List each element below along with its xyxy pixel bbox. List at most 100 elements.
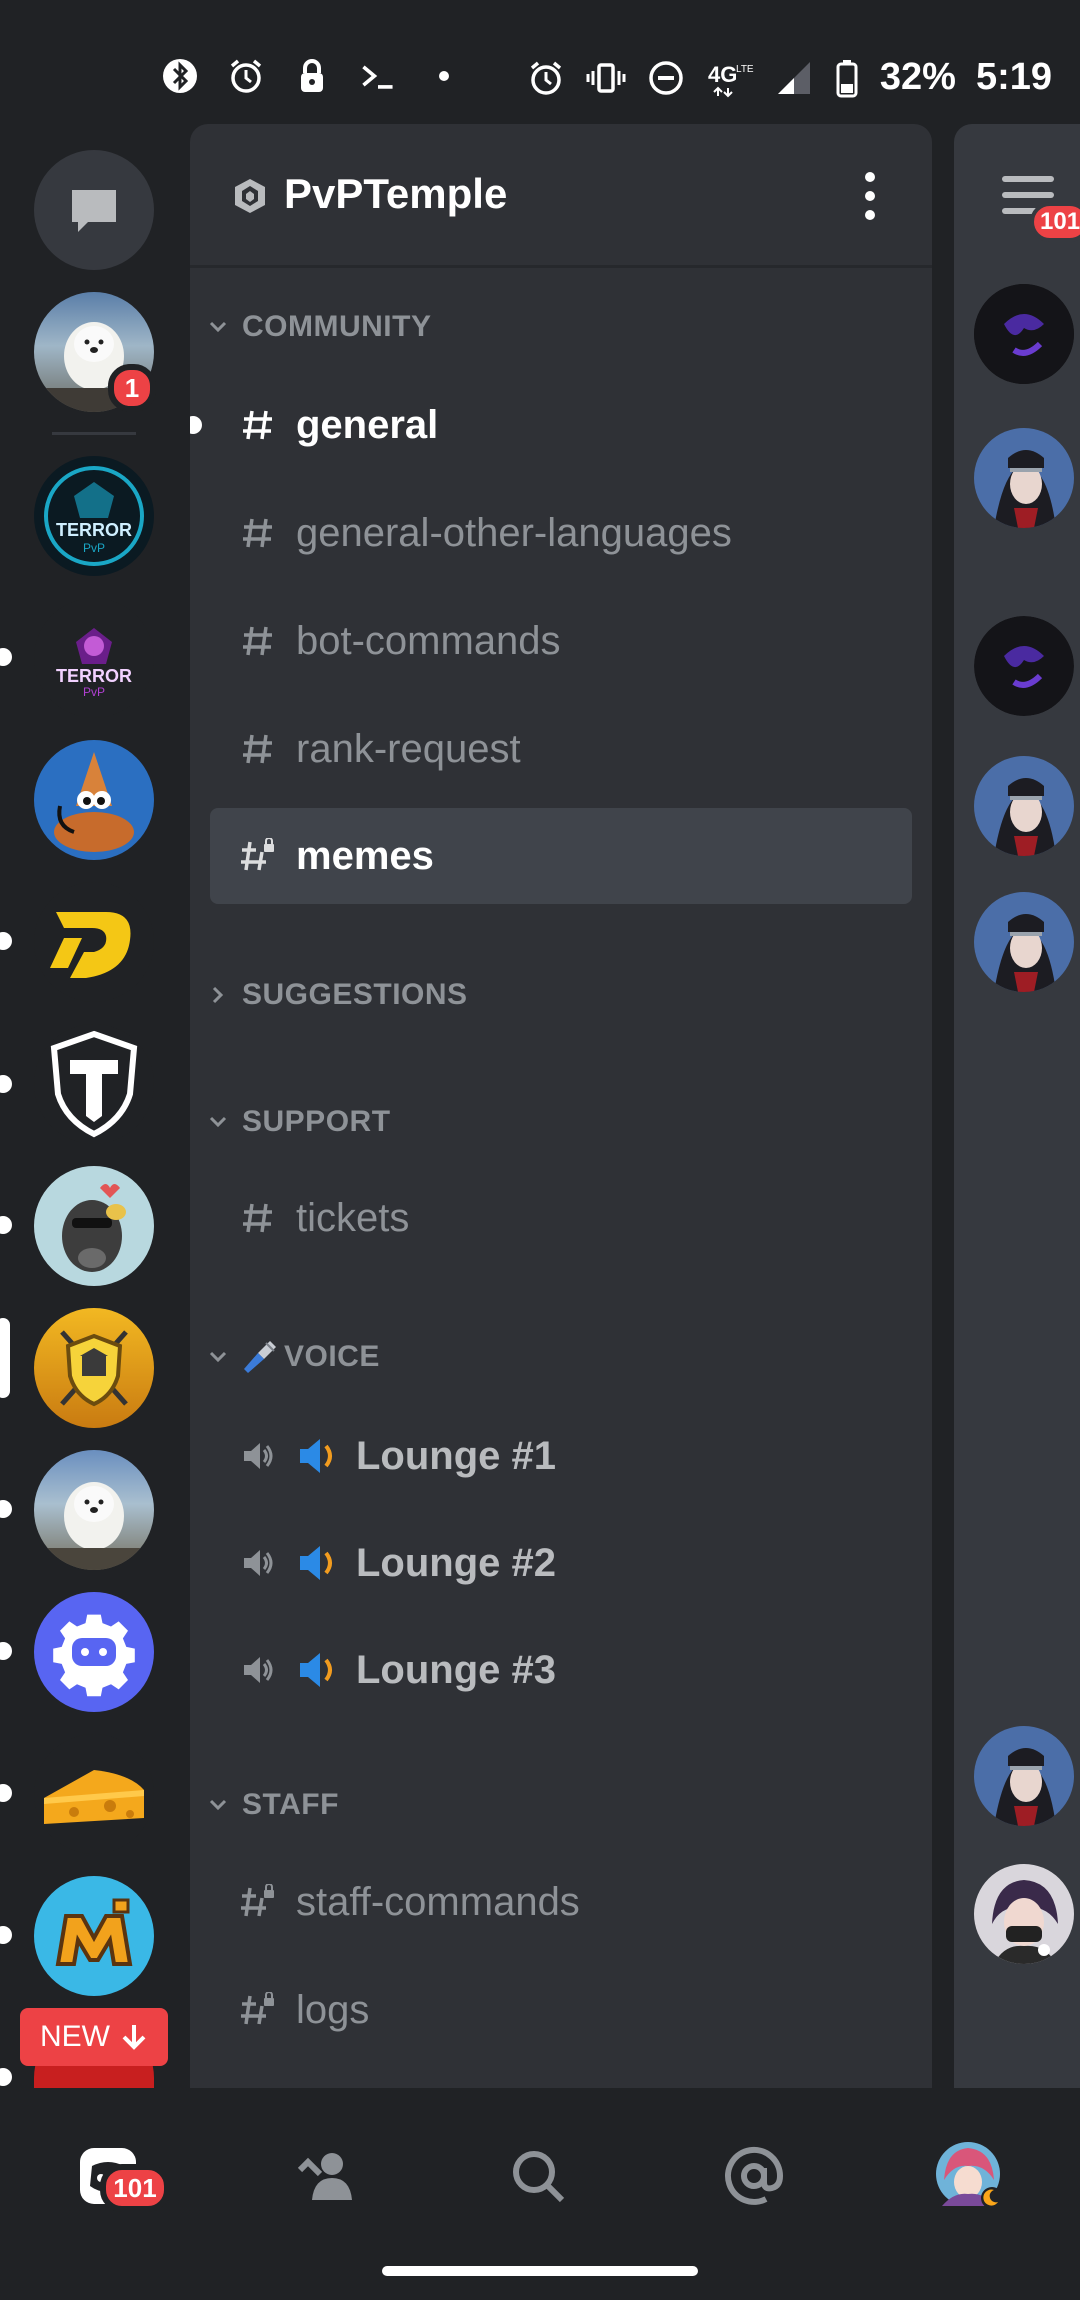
- channel-label: logs: [296, 1987, 370, 2032]
- server-samoyed-2[interactable]: [34, 1450, 154, 1570]
- server-discord-gear[interactable]: [34, 1592, 154, 1712]
- category-label: STAFF: [242, 1788, 339, 1821]
- channel-label: Lounge #1: [356, 1433, 557, 1478]
- voice-channel-lounge-2[interactable]: Lounge #2: [210, 1515, 912, 1611]
- server-terror-pvp-blue[interactable]: TERROR PvP: [34, 456, 154, 576]
- terminal-icon: [358, 56, 398, 96]
- gesture-home-indicator[interactable]: [382, 2266, 698, 2276]
- category-suggestions[interactable]: SUGGESTIONS: [204, 970, 468, 1020]
- hash-icon: [232, 623, 284, 659]
- svg-text:LTE: LTE: [736, 64, 754, 75]
- battery-percent: 32%: [879, 56, 956, 98]
- category-support[interactable]: SUPPORT: [204, 1097, 391, 1147]
- chevron-down-icon: [204, 1116, 232, 1128]
- user-avatar[interactable]: [974, 1726, 1074, 1826]
- server-cheese[interactable]: [34, 1734, 154, 1854]
- category-label: SUPPORT: [242, 1105, 391, 1138]
- server-d-logo[interactable]: [34, 882, 154, 1002]
- unread-indicator: [0, 1784, 12, 1802]
- channel-staff-commands[interactable]: staff-commands: [210, 1854, 912, 1950]
- channel-label: Lounge #2: [356, 1540, 557, 1585]
- svg-text:PvP: PvP: [83, 541, 105, 555]
- svg-text:TERROR: TERROR: [56, 666, 132, 686]
- hash-icon: [232, 515, 284, 551]
- channel-general[interactable]: general: [210, 377, 912, 473]
- friends-icon: [297, 2153, 352, 2200]
- user-avatar[interactable]: [974, 428, 1074, 528]
- channel-label: general-other-languages: [296, 510, 732, 555]
- server-pvptemple[interactable]: [34, 1308, 154, 1428]
- category-voice[interactable]: VOICE: [204, 1332, 380, 1382]
- nav-search[interactable]: [498, 2136, 578, 2216]
- server-blob-sunglasses[interactable]: [34, 1166, 154, 1286]
- speaker-icon: [232, 1545, 284, 1581]
- channel-bot-commands[interactable]: bot-commands: [210, 593, 912, 689]
- discord-screen: 4GLTE 32% 5:19 1 TERRORPvP TERRORPvP: [0, 0, 1080, 2300]
- status-bar: 4G LTE 32% 5:19: [0, 0, 1080, 120]
- voice-channel-lounge-3[interactable]: Lounge #3: [210, 1622, 912, 1718]
- unread-indicator: [0, 1500, 12, 1518]
- locked-hash-icon: [232, 838, 284, 874]
- chat-bubble-icon: [72, 190, 116, 232]
- new-unreads-button[interactable]: NEW: [20, 2008, 168, 2066]
- direct-messages-button[interactable]: [34, 150, 154, 270]
- unread-indicator: [0, 1216, 12, 1234]
- vibrate-icon: [586, 58, 626, 98]
- speaker-icon: [232, 1438, 284, 1474]
- user-avatar[interactable]: [974, 1864, 1074, 1964]
- locked-hash-icon: [232, 1992, 284, 2028]
- guild-header[interactable]: PvPTemple: [190, 124, 932, 268]
- category-community[interactable]: COMMUNITY: [204, 302, 431, 352]
- user-avatar[interactable]: [974, 616, 1074, 716]
- do-not-disturb-icon: [646, 58, 686, 98]
- channel-list-panel: PvPTemple COMMUNITY general general-othe…: [190, 124, 932, 2088]
- channel-general-other-languages[interactable]: general-other-languages: [210, 485, 912, 581]
- status-left-icons: [160, 56, 464, 96]
- user-avatar[interactable]: [974, 892, 1074, 992]
- svg-text:4G: 4G: [708, 62, 737, 87]
- channel-label: general: [296, 402, 439, 447]
- channel-rank-request[interactable]: rank-request: [210, 701, 912, 797]
- profile-avatar: [936, 2142, 1003, 2209]
- microphone-icon: [244, 1341, 276, 1373]
- channel-memes[interactable]: memes: [210, 808, 912, 904]
- channel-label: tickets: [296, 1195, 410, 1240]
- server-t-shield[interactable]: [34, 1024, 154, 1144]
- speaker-emoji-icon: [300, 1439, 332, 1473]
- unread-indicator: [0, 932, 12, 950]
- server-minecraft-m[interactable]: [34, 1876, 154, 1996]
- category-staff[interactable]: STAFF: [204, 1780, 339, 1830]
- category-label: SUGGESTIONS: [242, 978, 468, 1011]
- speaker-emoji-icon: [300, 1546, 332, 1580]
- nav-profile[interactable]: [930, 2136, 1010, 2216]
- voice-channel-lounge-1[interactable]: Lounge #1: [210, 1408, 912, 1504]
- server-cartoon-duck[interactable]: [34, 740, 154, 860]
- hash-icon: [232, 1200, 284, 1236]
- channel-tickets[interactable]: tickets: [210, 1170, 912, 1266]
- new-label: NEW: [40, 2020, 110, 2053]
- alarm-icon: [526, 58, 566, 98]
- svg-text:PvP: PvP: [83, 685, 105, 699]
- clock: 5:19: [975, 56, 1052, 98]
- channel-label: bot-commands: [296, 618, 561, 663]
- server-mention-badge: 1: [108, 364, 156, 412]
- user-avatar[interactable]: [974, 284, 1074, 384]
- bluetooth-icon: [160, 56, 200, 96]
- nav-friends[interactable]: [286, 2136, 366, 2216]
- server-terror-pvp-purple[interactable]: TERROR PvP: [34, 598, 154, 718]
- dot-icon: [424, 56, 464, 96]
- channel-logs[interactable]: logs: [210, 1962, 912, 2058]
- status-right-icons: 4G LTE 32% 5:19: [526, 56, 1052, 99]
- lock-icon: [292, 56, 332, 96]
- chevron-down-icon: [204, 321, 232, 333]
- chevron-down-icon: [204, 1351, 232, 1363]
- channel-label: Lounge #3: [356, 1647, 557, 1692]
- chat-peek-panel[interactable]: 101: [954, 124, 1080, 2088]
- unread-indicator: [0, 1642, 12, 1660]
- guild-boost-icon: [235, 179, 265, 213]
- selected-server-indicator: [0, 1318, 10, 1398]
- channel-label: memes: [296, 833, 434, 878]
- nav-mentions[interactable]: [714, 2136, 794, 2216]
- user-avatar[interactable]: [974, 756, 1074, 856]
- more-options-icon[interactable]: [860, 172, 880, 220]
